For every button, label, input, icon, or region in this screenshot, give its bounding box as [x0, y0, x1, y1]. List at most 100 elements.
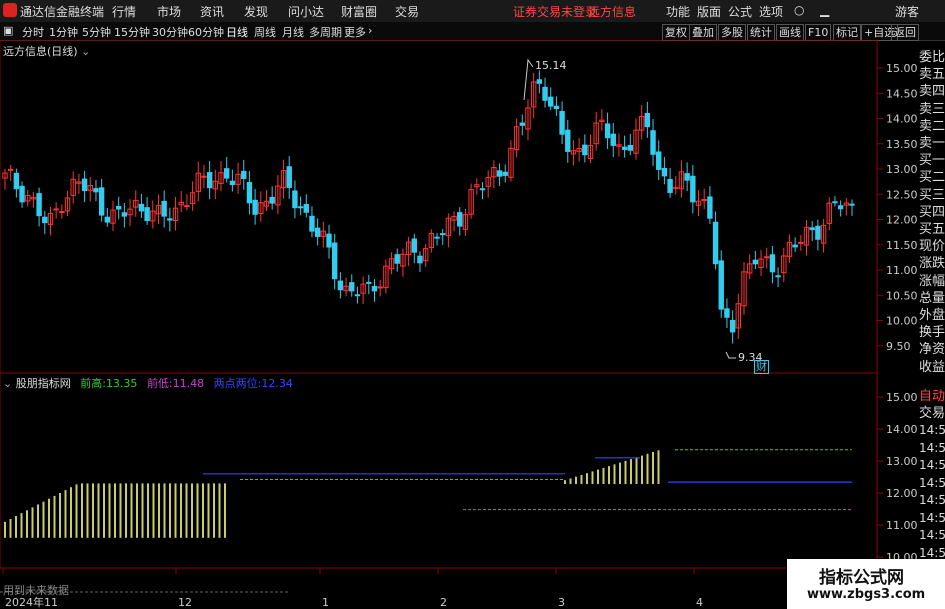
quote-label: 买一 — [919, 153, 945, 169]
price-tick-label: 14.50 — [886, 87, 917, 100]
candle-body — [161, 200, 167, 217]
candle-body — [98, 187, 105, 216]
quote-label: 收益 — [919, 359, 945, 375]
prev-low-label: 前低: — [146, 377, 173, 390]
chevron-right-icon[interactable]: › — [368, 24, 372, 37]
candle-body — [667, 178, 673, 193]
chevron-down-icon[interactable]: ⌄ — [81, 45, 90, 58]
indicator-name: 股朋指标网 — [15, 377, 71, 390]
period-tab-30min[interactable]: 30分钟 — [152, 24, 188, 40]
candle-body — [707, 196, 713, 219]
candle-body — [326, 233, 332, 248]
price-tick-label: 12.00 — [886, 214, 917, 227]
quote-label: 涨跌 — [919, 256, 945, 272]
minimize-icon[interactable]: ▁ — [820, 3, 829, 17]
period-toolbar: ▣ 分时 1分钟 5分钟 15分钟 30分钟 60分钟 日线 周线 月线 多周期… — [0, 22, 945, 41]
period-tab-1min[interactable]: 1分钟 — [49, 24, 78, 40]
candle-body — [837, 205, 844, 210]
period-tab-more[interactable]: 更多 — [344, 24, 366, 40]
app-logo-icon — [3, 3, 17, 17]
menu-item-shichang[interactable]: 市场 — [157, 3, 181, 20]
quote-label: 卖一 — [919, 136, 945, 151]
period-tab-fenshi[interactable]: 分时 — [22, 24, 44, 40]
quote-label: 卖五 — [919, 67, 945, 83]
period-tab-60min[interactable]: 60分钟 — [188, 24, 224, 40]
candle-body — [394, 254, 400, 264]
candle-body — [849, 203, 855, 206]
candle-body — [542, 86, 548, 101]
indicator-axis: 15.0014.0013.0012.0011.0010.00 — [877, 391, 917, 564]
menu-item-hangqing[interactable]: 行情 — [112, 3, 136, 20]
trade-time: 14:56 — [919, 423, 945, 437]
quote-label: 买四 — [919, 204, 945, 220]
low-marker — [725, 351, 736, 359]
menu-item-wenxiaoda[interactable]: 问小达 — [288, 3, 324, 20]
candle-body — [684, 173, 690, 181]
menu-item-gongneng[interactable]: 功能 — [666, 3, 690, 20]
period-tab-5min[interactable]: 5分钟 — [82, 24, 111, 40]
menu-item-faxian[interactable]: 发现 — [244, 3, 268, 20]
period-tab-multi[interactable]: 多周期 — [309, 24, 342, 40]
candle-body — [536, 79, 543, 84]
price-tick-label: 15.00 — [886, 62, 917, 75]
candle-body — [644, 112, 651, 128]
menu-item-gongshi[interactable]: 公式 — [728, 3, 752, 20]
candle-body — [303, 204, 309, 213]
trade-time: 14:56 — [919, 493, 945, 507]
candle-body — [815, 225, 821, 240]
price-tick-label: 14.00 — [886, 113, 917, 126]
finance-marker[interactable]: 财 — [754, 360, 769, 374]
period-tab-weekly[interactable]: 周线 — [254, 24, 276, 40]
candle-body — [223, 168, 230, 179]
price-tick-label: 13.00 — [886, 163, 917, 176]
candle-body — [269, 196, 275, 204]
quote-label: 换手 — [919, 325, 945, 341]
quote-label: 卖二 — [919, 118, 945, 134]
candle-body — [519, 122, 525, 126]
menu-item-caifuquan[interactable]: 财富圈 — [341, 3, 377, 20]
chevron-down-icon[interactable]: ⌄ — [3, 377, 12, 390]
period-tab-monthly[interactable]: 月线 — [282, 24, 304, 40]
period-tab-daily[interactable]: 日线 — [226, 24, 248, 40]
app-title: 通达信金融终端 — [20, 5, 105, 19]
candle-body — [775, 275, 781, 278]
indicator-tick-label: 15.00 — [886, 391, 917, 404]
trade-time: 14:56 — [919, 528, 945, 542]
trade-label[interactable]: 交易 — [919, 402, 945, 421]
quote-label: 卖三 — [919, 101, 945, 117]
mid-label: 两点两位: — [213, 377, 262, 390]
tool-f10[interactable]: F10 — [805, 24, 832, 41]
menu-item-xuanxiang[interactable]: 选项 — [759, 3, 783, 20]
tool-duogu[interactable]: 多股 — [718, 24, 746, 41]
candle-body — [184, 205, 190, 208]
tool-tongji[interactable]: 统计 — [747, 24, 775, 41]
tool-biaoji[interactable]: 标记 — [833, 24, 861, 41]
panel-toggle-icon[interactable]: ▣ — [3, 24, 13, 37]
candle-body — [241, 170, 247, 180]
menu-item-banmian[interactable]: 版面 — [697, 3, 721, 20]
menu-item-zixun[interactable]: 资讯 — [200, 3, 224, 20]
guest-label[interactable]: 游客 — [895, 3, 919, 20]
candle-body — [434, 236, 440, 239]
tool-fuquan[interactable]: 复权 — [662, 24, 690, 41]
quote-label: 买五 — [919, 222, 945, 237]
candle-body — [36, 193, 42, 217]
date-tick-label: 2 — [440, 596, 447, 609]
tool-diejia[interactable]: 叠加 — [689, 24, 717, 41]
tool-back[interactable]: 返回 — [891, 24, 919, 41]
trade-time: 14:56 — [919, 545, 945, 560]
mid-value: 12.34 — [261, 377, 293, 390]
candle-body — [724, 308, 730, 318]
quote-label: 买三 — [919, 187, 945, 203]
prev-high-label: 前高: — [80, 377, 106, 390]
search-icon[interactable]: ○ — [794, 3, 804, 17]
period-tab-15min[interactable]: 15分钟 — [114, 24, 150, 40]
kline-chart[interactable]: 15.00 14.50 14.00 13.50 13.00 12.50 12.00 11.50… — [0, 40, 917, 609]
indicator-lines — [0, 449, 852, 593]
candle-body — [206, 172, 213, 189]
trade-time: 14:56 — [919, 440, 945, 455]
tool-huaxian[interactable]: 画线 — [776, 24, 804, 41]
date-axis: 2024年11 12 1 2 3 4 — [2, 568, 703, 609]
indicator-tick-label: 11.00 — [886, 519, 917, 532]
menu-item-jiaoyi[interactable]: 交易 — [395, 3, 419, 20]
